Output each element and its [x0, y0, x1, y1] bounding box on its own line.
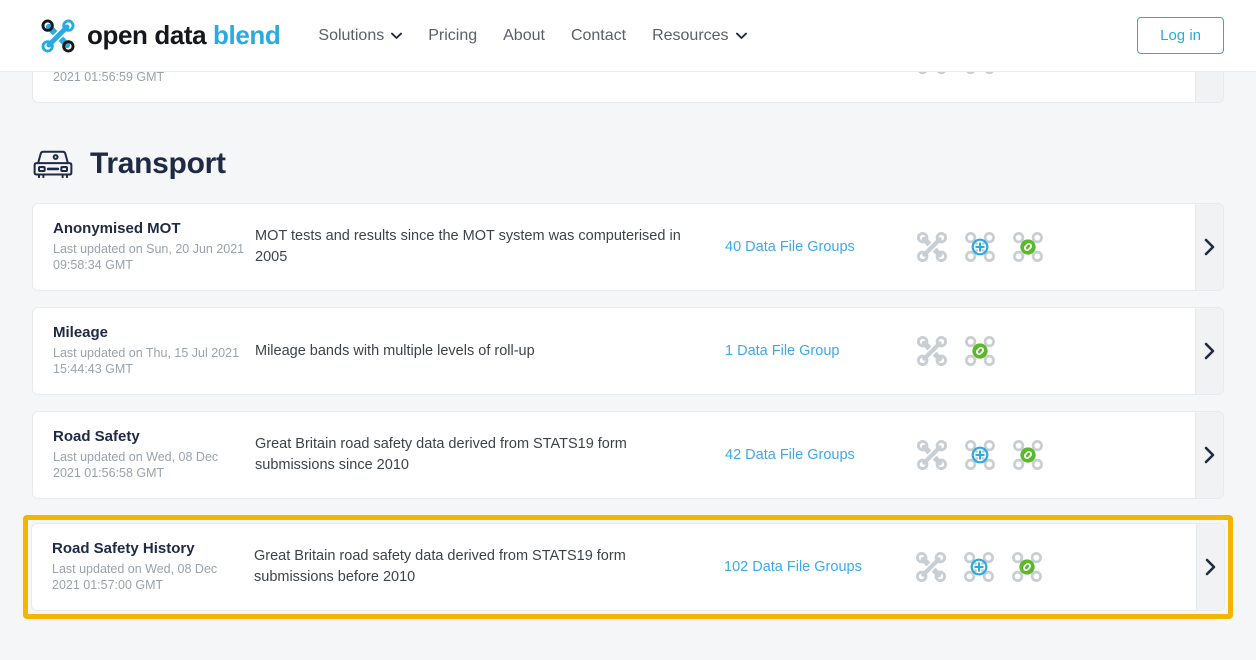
row-icons [914, 550, 1086, 584]
dataset-updated: Last updated on Wed, 08 Dec 2021 01:57:0… [52, 561, 218, 593]
data-file-groups-link[interactable]: 40 Data File Groups [725, 239, 915, 255]
dataset-list: Anonymised MOT Last updated on Sun, 20 J… [23, 203, 1233, 619]
blend-link-green-icon[interactable] [963, 334, 997, 368]
data-file-groups-link[interactable]: 1 Data File Group [725, 343, 915, 359]
nav-contact-label: Contact [570, 26, 627, 44]
blend-gray-icon[interactable] [915, 438, 949, 472]
dataset-updated: Last updated on Wed, 08 Dec 2021 01:56:5… [53, 449, 219, 481]
chevron-right-icon [1205, 558, 1215, 576]
row-body: Road Safety History Last updated on Wed,… [32, 524, 1196, 610]
blend-logo-icon [41, 19, 75, 52]
blend-link-green-icon[interactable] [1011, 438, 1045, 472]
row-body: Mileage Last updated on Thu, 15 Jul 2021… [33, 308, 1195, 394]
data-file-groups-link[interactable]: 42 Data File Groups [725, 447, 915, 463]
brand-word-open: open [87, 20, 148, 50]
row-body: Road Safety Last updated on Wed, 08 Dec … [33, 412, 1195, 498]
row-title-col: Road Safety Last updated on Wed, 08 Dec … [53, 428, 255, 483]
blend-gray-icon[interactable] [914, 550, 948, 584]
row-chevron-button[interactable] [1196, 524, 1224, 610]
nav-about-label: About [503, 26, 545, 44]
dataset-row-road-safety[interactable]: Road Safety Last updated on Wed, 08 Dec … [32, 411, 1224, 499]
chevron-down-icon [735, 32, 747, 39]
blend-plus-blue-icon[interactable] [962, 550, 996, 584]
dataset-description: Great Britain road safety data derived f… [254, 548, 626, 585]
nav-contact[interactable]: Contact [571, 27, 626, 45]
dataset-row-time-of-day[interactable]: Time of Day Last updated on Wed, 08 Dec … [32, 72, 1224, 103]
brand-word-blend: blend [213, 20, 281, 50]
dataset-description: MOT tests and results since the MOT syst… [255, 228, 681, 265]
blend-gray-icon[interactable] [915, 72, 949, 76]
brand-wordmark: open data blend [87, 20, 281, 51]
row-icons [915, 230, 1087, 264]
dataset-description: Mileage bands with multiple levels of ro… [255, 342, 535, 359]
row-icons [915, 334, 1087, 368]
dataset-name: Road Safety History [52, 539, 195, 557]
blend-link-green-icon[interactable] [963, 72, 997, 76]
row-icons [915, 72, 1087, 76]
dataset-name: Anonymised MOT [53, 219, 181, 237]
row-chevron-button[interactable] [1195, 72, 1223, 102]
blend-gray-icon[interactable] [915, 230, 949, 264]
highlighted-row-outline: Road Safety History Last updated on Wed,… [23, 515, 1233, 619]
dataset-row-mileage[interactable]: Mileage Last updated on Thu, 15 Jul 2021… [32, 307, 1224, 395]
row-title-col: Anonymised MOT Last updated on Sun, 20 J… [53, 220, 255, 275]
chevron-right-icon [1204, 446, 1214, 464]
dataset-updated: Last updated on Thu, 15 Jul 2021 15:44:4… [53, 345, 240, 377]
dataset-updated: Last updated on Sun, 20 Jun 2021 09:58:3… [53, 241, 245, 273]
data-file-groups-link[interactable]: 102 Data File Groups [724, 559, 914, 575]
row-icons [915, 438, 1087, 472]
row-chevron-button[interactable] [1195, 308, 1223, 394]
main-nav: Solutions Pricing About Contact Resource… [318, 26, 747, 45]
nav-pricing[interactable]: Pricing [428, 27, 477, 45]
nav-solutions[interactable]: Solutions [318, 26, 403, 45]
dataset-description: Great Britain road safety data derived f… [255, 436, 627, 473]
section-heading-transport: Transport [32, 147, 1224, 181]
car-front-icon [33, 150, 73, 179]
dataset-name: Mileage [53, 323, 109, 341]
nav-solutions-label: Solutions [318, 26, 385, 44]
brand-word-data: data [154, 20, 207, 50]
nav-resources[interactable]: Resources [652, 26, 747, 45]
row-title-col: Mileage Last updated on Thu, 15 Jul 2021… [53, 324, 255, 379]
dataset-updated: Last updated on Wed, 08 Dec 2021 01:56:5… [53, 72, 165, 85]
header-actions: Log in [1137, 17, 1224, 54]
site-header: open data blend Solutions Pricing About … [0, 0, 1256, 72]
page-content: Time of Day Last updated on Wed, 08 Dec … [0, 72, 1256, 660]
brand-logo[interactable]: open data blend [40, 18, 281, 54]
chevron-right-icon [1204, 238, 1214, 256]
blend-link-green-icon[interactable] [1010, 550, 1044, 584]
login-button[interactable]: Log in [1137, 17, 1224, 54]
section-title: Transport [90, 147, 226, 180]
chevron-down-icon [391, 32, 403, 39]
blend-link-green-icon[interactable] [1011, 230, 1045, 264]
row-chevron-button[interactable] [1195, 412, 1223, 498]
nav-pricing-label: Pricing [428, 26, 478, 44]
blend-plus-blue-icon[interactable] [963, 230, 997, 264]
dataset-row-road-safety-history[interactable]: Road Safety History Last updated on Wed,… [31, 523, 1225, 611]
nav-about[interactable]: About [503, 27, 545, 45]
blend-plus-blue-icon[interactable] [963, 438, 997, 472]
chevron-right-icon [1204, 342, 1214, 360]
row-title-col: Time of Day Last updated on Wed, 08 Dec … [53, 72, 255, 86]
blend-gray-icon[interactable] [915, 334, 949, 368]
dataset-name: Road Safety [53, 427, 140, 445]
dataset-row-anonymised-mot[interactable]: Anonymised MOT Last updated on Sun, 20 J… [32, 203, 1224, 291]
row-title-col: Road Safety History Last updated on Wed,… [52, 540, 254, 595]
row-body: Anonymised MOT Last updated on Sun, 20 J… [33, 204, 1195, 290]
row-body: Time of Day Last updated on Wed, 08 Dec … [33, 72, 1195, 102]
row-chevron-button[interactable] [1195, 204, 1223, 290]
nav-resources-label: Resources [652, 26, 729, 44]
